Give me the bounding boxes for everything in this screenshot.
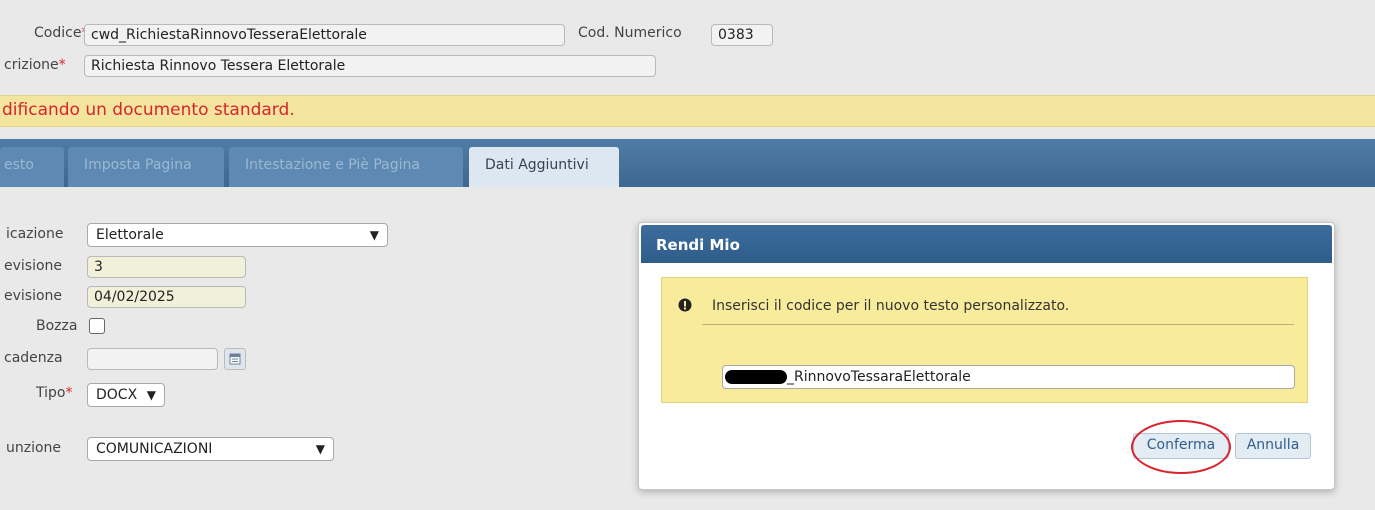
codice-label: Codice*	[34, 25, 88, 41]
classificazione-select[interactable]: Elettorale ▼	[87, 223, 388, 247]
dialog-message-panel: Inserisci il codice per il nuovo testo p…	[661, 277, 1308, 403]
classificazione-label: icazione	[6, 226, 64, 242]
chevron-down-icon: ▼	[146, 388, 156, 402]
codice-label-text: Codice	[34, 25, 82, 41]
funzione-label: unzione	[6, 440, 62, 456]
dialog-title: Rendi Mio	[656, 236, 740, 254]
tab-dati-aggiuntivi[interactable]: Dati Aggiuntivi	[469, 147, 619, 187]
exclamation-circle-icon	[678, 298, 692, 312]
cod-numerico-input[interactable]: 0383	[711, 24, 773, 46]
funzione-select[interactable]: COMUNICAZIONI ▼	[87, 437, 334, 461]
dialog-message: Inserisci il codice per il nuovo testo p…	[712, 298, 1070, 314]
redacted-mark	[725, 370, 787, 384]
bozza-label: Bozza	[36, 318, 78, 334]
tipo-value: DOCX	[96, 387, 138, 403]
codice-input[interactable]: cwd_RichiestaRinnovoTesseraElettorale	[84, 24, 565, 46]
highlight-circle	[1131, 420, 1231, 474]
warning-bar: dificando un documento standard.	[0, 95, 1375, 127]
num-revisione-input[interactable]: 3	[87, 256, 246, 278]
personalized-code-input[interactable]: _RinnovoTessaraElettorale	[722, 365, 1295, 389]
cancel-button[interactable]: Annulla	[1235, 433, 1311, 459]
chevron-down-icon: ▼	[369, 228, 379, 242]
bozza-checkbox[interactable]	[89, 318, 105, 334]
calendar-button[interactable]	[224, 348, 246, 370]
scadenza-label: cadenza	[4, 350, 63, 366]
tipo-label: Tipo*	[36, 385, 72, 401]
calendar-icon	[229, 353, 241, 365]
tipo-label-text: Tipo	[36, 385, 66, 401]
scadenza-input[interactable]	[87, 348, 218, 370]
data-revisione-label: evisione	[4, 288, 63, 304]
dialog-divider	[702, 324, 1294, 325]
required-marker: *	[58, 57, 66, 73]
rendi-mio-dialog: Rendi Mio Inserisci il codice per il nuo…	[638, 222, 1335, 490]
personalized-code-value: _RinnovoTessaraElettorale	[787, 369, 971, 385]
tipo-select[interactable]: DOCX ▼	[87, 383, 165, 407]
classificazione-value: Elettorale	[96, 227, 164, 243]
tab-intestazione-pie-pagina[interactable]: Intestazione e Piè Pagina	[229, 147, 463, 187]
funzione-value: COMUNICAZIONI	[96, 441, 213, 457]
descrizione-label: crizione*	[4, 57, 66, 73]
required-marker: *	[65, 385, 73, 401]
num-revisione-label: evisione	[4, 258, 63, 274]
tab-imposta-pagina[interactable]: Imposta Pagina	[68, 147, 224, 187]
tab-testo[interactable]: esto	[0, 147, 64, 187]
dialog-titlebar[interactable]: Rendi Mio	[641, 225, 1332, 263]
descrizione-input[interactable]: Richiesta Rinnovo Tessera Elettorale	[84, 55, 656, 77]
data-revisione-input[interactable]: 04/02/2025	[87, 286, 246, 308]
tab-bar: esto Imposta Pagina Intestazione e Piè P…	[0, 139, 1375, 187]
cod-numerico-label: Cod. Numerico	[578, 25, 682, 41]
chevron-down-icon: ▼	[315, 442, 325, 456]
descrizione-label-text: crizione	[4, 57, 59, 73]
warning-text: dificando un documento standard.	[2, 100, 295, 120]
